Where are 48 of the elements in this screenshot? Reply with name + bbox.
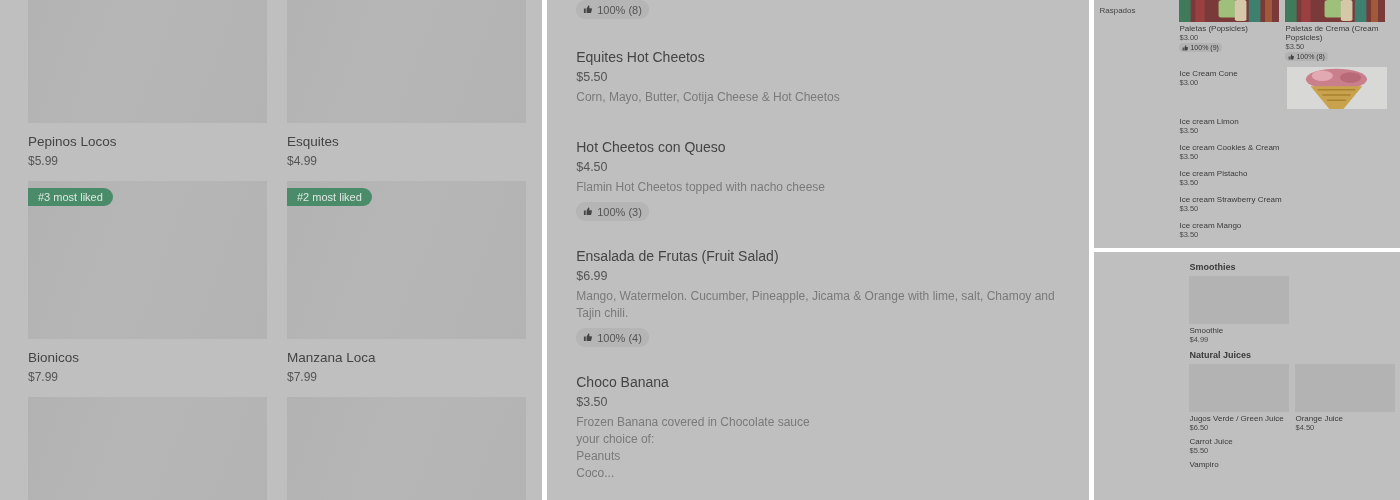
item-price: $5.99 [28,153,59,170]
item-name[interactable]: Paletas (Popsicles) [1179,24,1248,33]
item-name: Manzana Loca [287,349,376,367]
item-name[interactable]: Ice cream Mango [1179,221,1242,230]
item-description: Mango, Watermelon. Cucumber, Pineapple, Jicama & Orange with lime, salt, Chamoy and Tajin chili. [576,288,1056,322]
rating-chip: 100% (8) [576,0,649,19]
item-name[interactable]: Ice cream Limon [1179,117,1239,126]
thumbs-up-icon [1182,44,1189,51]
most-liked-badge: #3 most liked [28,188,113,206]
item-name[interactable]: Vampiro [1189,460,1219,469]
thumbs-up-icon [583,333,593,342]
item-price: $7.99 [28,369,59,386]
item-name: Pepinos Locos [28,133,117,151]
item-name[interactable]: Ice cream Cookies & Cream [1179,143,1280,152]
thumbs-up-icon [1288,53,1295,60]
item-price: $7.99 [287,369,318,386]
item-price: $4.99 [287,153,318,170]
item-price: $6.99 [576,268,608,285]
item-name[interactable]: Paletas de Crema (Cream Popsicles) [1285,24,1386,42]
item-price: $3.50 [576,394,608,411]
item-price: $4.50 [576,159,608,176]
item-name[interactable]: Smoothie [1189,326,1224,335]
image-placeholder[interactable] [28,181,267,339]
item-name[interactable]: Equites Hot Cheetos [576,48,705,66]
most-liked-badge: #2 most liked [287,188,372,206]
item-description: Flamin Hot Cheetos topped with nacho cheese [576,179,826,196]
image-placeholder[interactable] [287,181,526,339]
item-name[interactable]: Ensalada de Frutas (Fruit Salad) [576,247,779,265]
section-heading: Smoothies [1189,262,1237,272]
item-name[interactable]: Ice cream Pistacho [1179,169,1248,178]
item-name[interactable]: Ice cream Strawberry Cream [1179,195,1282,204]
item-description: Corn, Mayo, Butter, Cotija Cheese & Hot Cheetos [576,89,840,106]
item-name: Esquites [287,133,339,151]
item-name: Bionicos [28,349,80,367]
rating-chip: 100% (4) [576,328,649,347]
rating-chip: 100% (3) [576,202,649,221]
item-name[interactable]: Choco Banana [576,373,669,391]
item-name[interactable]: Carrot Juice [1189,437,1233,446]
thumbs-up-icon [583,207,593,216]
sidebar-item[interactable]: Raspados [1099,6,1180,15]
item-name[interactable]: Jugos Verde / Green Juice [1189,414,1284,423]
thumbs-up-icon [583,5,593,14]
item-name[interactable]: Orange Juice [1295,414,1344,423]
item-description: Frozen Banana covered in Chocolate sauce your choice of: Peanuts Coco... [576,414,810,482]
item-price: $5.50 [576,69,608,86]
item-name[interactable]: Hot Cheetos con Queso [576,138,726,156]
item-name[interactable]: Ice Cream Cone [1179,69,1238,78]
section-heading: Natural Juices [1189,350,1252,360]
